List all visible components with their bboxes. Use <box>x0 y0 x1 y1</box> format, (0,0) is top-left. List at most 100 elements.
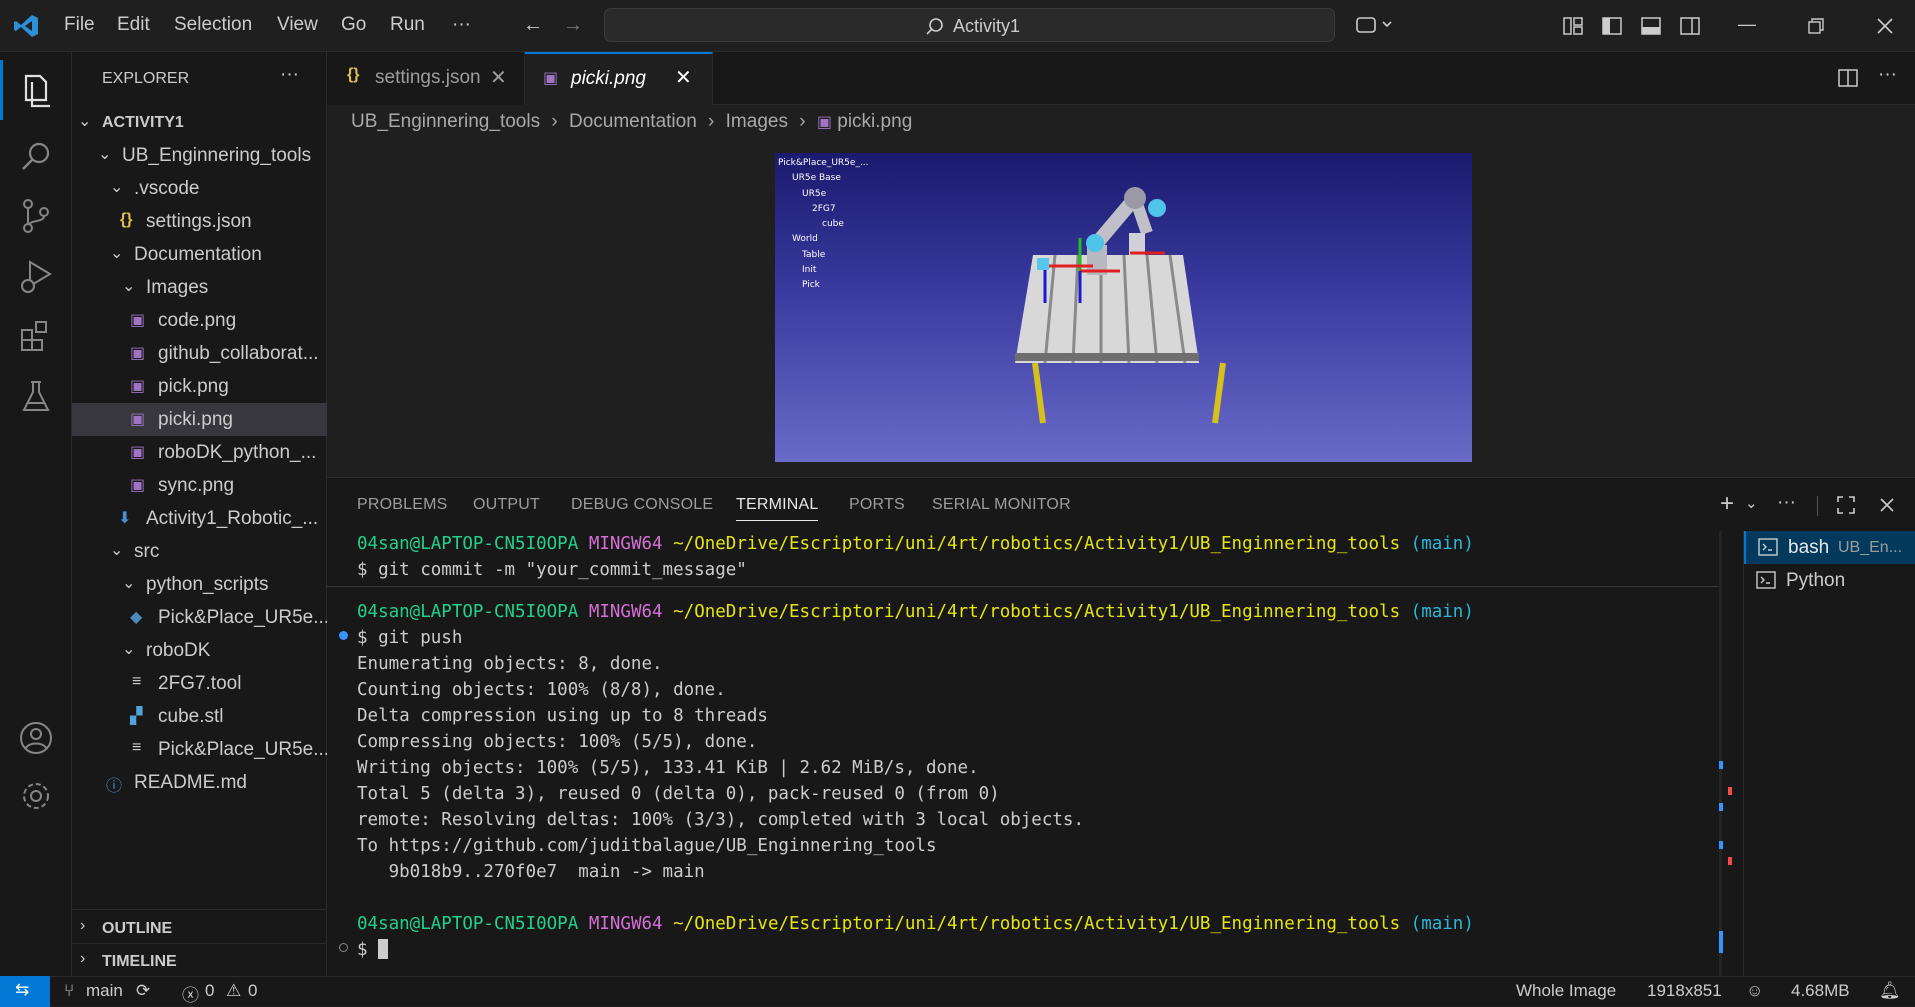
tree-file-pick-png[interactable]: ▣ pick.png <box>72 370 327 403</box>
image-preview-editor: UB_Enginnering_tools › Documentation › I… <box>327 105 1915 477</box>
json-file-icon: {} <box>120 211 133 228</box>
timeline-section[interactable]: › TIMELINE <box>72 945 327 978</box>
editor-tab-bar: {} settings.json ✕ ▣ picki.png ✕ ··· <box>327 52 1915 105</box>
menu-edit[interactable]: Edit <box>117 14 150 36</box>
run-and-debug-icon[interactable] <box>12 252 60 300</box>
tree-file-readme[interactable]: ⓘ README.md <box>72 766 327 799</box>
tree-file-pickplace-py[interactable]: ◆ Pick&Place_UR5e... <box>72 601 327 634</box>
tree-file-settings-json[interactable]: {} settings.json <box>72 205 327 238</box>
tab-problems[interactable]: PROBLEMS <box>357 496 448 514</box>
menu-run[interactable]: Run <box>390 14 425 36</box>
remote-indicator[interactable]: ⇆ <box>0 976 50 1007</box>
divider <box>72 909 327 910</box>
error-count[interactable]: 0 <box>205 981 214 1001</box>
title-bar: File Edit Selection View Go Run ··· ← → … <box>0 0 1915 52</box>
menu-go[interactable]: Go <box>341 14 366 36</box>
tree-folder-src[interactable]: ⌄ src <box>72 535 327 568</box>
command-decoration-icon[interactable] <box>339 631 348 640</box>
tab-serial-monitor[interactable]: SERIAL MONITOR <box>932 496 1071 514</box>
terminal-scrollbar[interactable] <box>1719 531 1722 977</box>
toggle-secondary-sidebar-icon[interactable] <box>1679 15 1701 37</box>
sync-icon[interactable]: ⟳ <box>136 981 150 1001</box>
menu-view[interactable]: View <box>277 14 318 36</box>
breadcrumb-item[interactable]: Documentation <box>569 111 697 132</box>
more-actions-icon[interactable]: ··· <box>1777 492 1796 514</box>
warning-icon: ⚠ <box>226 981 242 1000</box>
minimize-icon[interactable]: — <box>1735 12 1759 36</box>
toggle-panel-icon[interactable] <box>1640 15 1662 37</box>
settings-gear-icon[interactable] <box>12 772 60 820</box>
menu-file[interactable]: File <box>64 14 95 36</box>
tree-file-code-png[interactable]: ▣ code.png <box>72 304 327 337</box>
tree-file-picki-png[interactable]: ▣ picki.png <box>72 403 327 436</box>
maximize-panel-icon[interactable] <box>1835 494 1857 516</box>
breadcrumb-item[interactable]: picki.png <box>837 111 912 132</box>
workspace-header[interactable]: ⌄ ACTIVITY1 <box>72 106 327 139</box>
tree-folder-documentation[interactable]: ⌄ Documentation <box>72 238 327 271</box>
tree-file-activity1-robotic[interactable]: ⬇ Activity1_Robotic_... <box>72 502 327 535</box>
tree-file-pickplace-rdk[interactable]: ≡ Pick&Place_UR5e... <box>72 733 327 766</box>
tree-folder-images[interactable]: ⌄ Images <box>72 271 327 304</box>
tree-folder-python-scripts[interactable]: ⌄ python_scripts <box>72 568 327 601</box>
terminal-tab-python[interactable]: Python <box>1744 564 1915 597</box>
activity-bar <box>0 52 72 976</box>
tree-file-robodk-python[interactable]: ▣ roboDK_python_... <box>72 436 327 469</box>
tree-file-2fg7-tool[interactable]: ≡ 2FG7.tool <box>72 667 327 700</box>
restore-icon[interactable] <box>1805 15 1827 37</box>
tree-folder-robodk[interactable]: ⌄ roboDK <box>72 634 327 667</box>
testing-flask-icon[interactable] <box>12 372 60 420</box>
tree-file-github-collaborat[interactable]: ▣ github_collaborat... <box>72 337 327 370</box>
tab-settings-json[interactable]: {} settings.json ✕ <box>327 52 525 105</box>
command-separator <box>327 586 1722 587</box>
warning-count[interactable]: 0 <box>248 981 257 1001</box>
tree-folder-ub-enginnering-tools[interactable]: ⌄ UB_Enginnering_tools <box>72 139 327 172</box>
chevron-down-icon[interactable]: ⌄ <box>1745 494 1758 512</box>
image-zoom-mode[interactable]: Whole Image <box>1516 981 1616 1001</box>
source-control-icon[interactable] <box>12 192 60 240</box>
outline-section[interactable]: › OUTLINE <box>72 912 327 945</box>
prompt-line: 04san@LAPTOP-CN5I0OPA MINGW64 ~/OneDrive… <box>357 534 1474 554</box>
breadcrumb-item[interactable]: Images <box>726 111 788 132</box>
tab-picki-png[interactable]: ▣ picki.png ✕ <box>525 52 713 105</box>
more-actions-icon[interactable]: ··· <box>1878 64 1897 86</box>
terminal-tab-bash[interactable]: bash UB_En... <box>1744 531 1915 564</box>
back-arrow-icon[interactable]: ← <box>520 12 546 38</box>
search-icon <box>925 17 945 37</box>
tab-terminal[interactable]: TERMINAL <box>736 496 819 514</box>
tree-label: Images <box>146 277 209 298</box>
close-tab-icon[interactable]: ✕ <box>675 65 692 90</box>
vscode-logo-icon[interactable] <box>12 12 40 40</box>
split-editor-icon[interactable] <box>1836 66 1860 90</box>
menu-selection[interactable]: Selection <box>174 14 252 36</box>
menu-more[interactable]: ··· <box>452 14 471 36</box>
breadcrumb-item[interactable]: UB_Enginnering_tools <box>351 111 540 132</box>
search-icon[interactable] <box>12 132 60 180</box>
notifications-bell-icon[interactable]: 🔔︎ <box>1879 981 1901 1001</box>
close-tab-icon[interactable]: ✕ <box>490 65 507 90</box>
explorer-more-button[interactable]: ··· <box>280 64 299 86</box>
command-center-search[interactable]: Activity1 <box>604 8 1335 42</box>
copilot-status-icon[interactable]: ☺ <box>1746 981 1763 1001</box>
extensions-icon[interactable] <box>12 312 60 360</box>
prompt-symbol: $ <box>357 940 368 960</box>
copilot-icon[interactable] <box>1355 13 1395 37</box>
new-terminal-plus-icon[interactable]: + <box>1720 490 1734 518</box>
tab-debug-console[interactable]: DEBUG CONSOLE <box>571 496 713 514</box>
forward-arrow-icon[interactable]: → <box>560 12 586 38</box>
terminal-output[interactable]: 04san@LAPTOP-CN5I0OPA MINGW64 ~/OneDrive… <box>327 531 1732 977</box>
explorer-icon[interactable] <box>12 66 60 114</box>
close-panel-icon[interactable] <box>1876 494 1898 516</box>
terminal-tab-label: Python <box>1786 570 1846 591</box>
tab-output[interactable]: OUTPUT <box>473 496 540 514</box>
toggle-primary-sidebar-icon[interactable] <box>1601 15 1623 37</box>
tree-file-cube-stl[interactable]: ▞ cube.stl <box>72 700 327 733</box>
tree-folder-vscode[interactable]: ⌄ .vscode <box>72 172 327 205</box>
branch-name[interactable]: main <box>86 981 123 1001</box>
tab-ports[interactable]: PORTS <box>849 496 905 514</box>
image-file-icon: ▣ <box>130 411 146 428</box>
accounts-icon[interactable] <box>12 714 60 762</box>
customize-layout-icon[interactable] <box>1562 15 1584 37</box>
command-decoration-icon[interactable] <box>339 943 348 952</box>
tree-file-sync-png[interactable]: ▣ sync.png <box>72 469 327 502</box>
close-window-icon[interactable] <box>1874 15 1896 37</box>
